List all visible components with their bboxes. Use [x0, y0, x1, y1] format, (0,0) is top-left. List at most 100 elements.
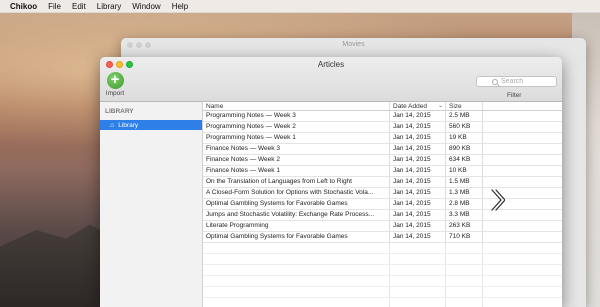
cell-date: Jan 14, 2015 — [390, 122, 446, 132]
menu-file[interactable]: File — [48, 2, 61, 11]
sidebar-item-label: Library — [118, 121, 139, 129]
window-title: Articles — [317, 60, 345, 69]
cell-name: On the Translation of Languages from Lef… — [203, 177, 390, 187]
cell-empty — [483, 111, 562, 121]
cell-size: 10 KB — [446, 166, 483, 176]
cell-empty — [483, 144, 562, 154]
cell-size: 890 KB — [446, 144, 483, 154]
column-header-date[interactable]: Date Added ⌄ — [390, 102, 446, 110]
cell-name: Optimal Gambling Systems for Favorable G… — [203, 232, 390, 242]
table-header: Name Date Added ⌄ Size — [203, 102, 562, 111]
column-header-date-label: Date Added — [393, 103, 427, 110]
sidebar: LIBRARY ⌂ Library — [100, 102, 203, 307]
cell-size: 3.3 MB — [446, 210, 483, 220]
menu-bar: Chikoo File Edit Library Window Help — [0, 0, 600, 13]
cell-name: Finance Notes — Week 3 — [203, 144, 390, 154]
cell-date: Jan 14, 2015 — [390, 199, 446, 209]
house-icon: ⌂ — [110, 121, 115, 129]
plus-icon: + — [106, 72, 124, 89]
menu-window[interactable]: Window — [132, 2, 160, 11]
table-row[interactable]: Optimal Gambling Systems for Favorable G… — [203, 232, 562, 243]
cell-date: Jan 14, 2015 — [390, 155, 446, 165]
cell-empty — [483, 133, 562, 143]
table-row[interactable]: A Closed-Form Solution for Options with … — [203, 188, 562, 199]
sidebar-header: LIBRARY — [105, 108, 134, 115]
movies-close-button[interactable] — [127, 42, 133, 48]
cell-name: A Closed-Form Solution for Options with … — [203, 188, 390, 198]
articles-window: Articles + Import Filter LIBRARY ⌂ Libra… — [100, 57, 562, 307]
cell-name: Literate Programming — [203, 221, 390, 231]
cell-empty — [483, 166, 562, 176]
search-icon — [492, 78, 498, 85]
cell-empty — [483, 232, 562, 242]
cell-size: 1.3 MB — [446, 188, 483, 198]
movies-window-title: Movies — [342, 41, 365, 48]
movies-window-controls — [127, 42, 151, 48]
table-row[interactable]: Literate Programming Jan 14, 2015 263 KB — [203, 221, 562, 232]
menu-app-name[interactable]: Chikoo — [10, 2, 37, 11]
cell-size: 2.8 MB — [446, 199, 483, 209]
sidebar-item-library[interactable]: ⌂ Library — [100, 120, 202, 130]
cell-size: 560 KB — [446, 122, 483, 132]
cell-size: 2.5 MB — [446, 111, 483, 121]
cell-date: Jan 14, 2015 — [390, 144, 446, 154]
cell-size: 19 KB — [446, 133, 483, 143]
search-input[interactable] — [501, 78, 541, 85]
table-body: Programming Notes — Week 3 Jan 14, 2015 … — [203, 111, 562, 307]
cell-date: Jan 14, 2015 — [390, 221, 446, 231]
filter-label: Filter — [507, 92, 522, 99]
cell-date: Jan 14, 2015 — [390, 188, 446, 198]
cell-size: 710 KB — [446, 232, 483, 242]
empty-table-row — [203, 243, 562, 254]
empty-table-row — [203, 265, 562, 276]
column-header-size[interactable]: Size — [446, 102, 483, 110]
chevron-right-icon[interactable] — [489, 188, 506, 212]
table-row[interactable]: On the Translation of Languages from Lef… — [203, 177, 562, 188]
cell-name: Programming Notes — Week 3 — [203, 111, 390, 121]
cell-empty — [483, 177, 562, 187]
cell-name: Jumps and Stochastic Volatility: Exchang… — [203, 210, 390, 220]
cell-size: 1.5 MB — [446, 177, 483, 187]
menu-help[interactable]: Help — [172, 2, 188, 11]
cell-date: Jan 14, 2015 — [390, 166, 446, 176]
empty-table-row — [203, 298, 562, 307]
table-row[interactable]: Jumps and Stochastic Volatility: Exchang… — [203, 210, 562, 221]
cell-date: Jan 14, 2015 — [390, 111, 446, 121]
column-header-empty — [483, 102, 562, 110]
table-row[interactable]: Programming Notes — Week 3 Jan 14, 2015 … — [203, 111, 562, 122]
cell-empty — [483, 155, 562, 165]
movies-maximize-button[interactable] — [145, 42, 151, 48]
empty-table-row — [203, 287, 562, 298]
table-row[interactable]: Finance Notes — Week 2 Jan 14, 2015 634 … — [203, 155, 562, 166]
import-button[interactable]: + Import — [104, 72, 126, 98]
search-field[interactable] — [476, 76, 557, 87]
window-toolbar: Articles + Import Filter — [100, 57, 562, 102]
table-row[interactable]: Finance Notes — Week 1 Jan 14, 2015 10 K… — [203, 166, 562, 177]
cell-size: 634 KB — [446, 155, 483, 165]
cell-size: 263 KB — [446, 221, 483, 231]
movies-minimize-button[interactable] — [136, 42, 142, 48]
menu-library[interactable]: Library — [97, 2, 121, 11]
column-header-name[interactable]: Name — [203, 102, 390, 110]
empty-table-row — [203, 254, 562, 265]
sort-descending-icon: ⌄ — [437, 103, 443, 109]
cell-date: Jan 14, 2015 — [390, 177, 446, 187]
table-row[interactable]: Programming Notes — Week 1 Jan 14, 2015 … — [203, 133, 562, 144]
table-row[interactable]: Programming Notes — Week 2 Jan 14, 2015 … — [203, 122, 562, 133]
table-row[interactable]: Finance Notes — Week 3 Jan 14, 2015 890 … — [203, 144, 562, 155]
table-row[interactable]: Optimal Gambling Systems for Favorable G… — [203, 199, 562, 210]
cell-name: Finance Notes — Week 2 — [203, 155, 390, 165]
import-label: Import — [105, 90, 125, 97]
cell-empty — [483, 122, 562, 132]
cell-name: Finance Notes — Week 1 — [203, 166, 390, 176]
cell-name: Optimal Gambling Systems for Favorable G… — [203, 199, 390, 209]
cell-date: Jan 14, 2015 — [390, 133, 446, 143]
cell-name: Programming Notes — Week 2 — [203, 122, 390, 132]
cell-date: Jan 14, 2015 — [390, 232, 446, 242]
empty-table-row — [203, 276, 562, 287]
menu-edit[interactable]: Edit — [72, 2, 86, 11]
cell-date: Jan 14, 2015 — [390, 210, 446, 220]
cell-empty — [483, 221, 562, 231]
articles-table: Name Date Added ⌄ Size Programming Notes… — [203, 102, 562, 307]
cell-name: Programming Notes — Week 1 — [203, 133, 390, 143]
